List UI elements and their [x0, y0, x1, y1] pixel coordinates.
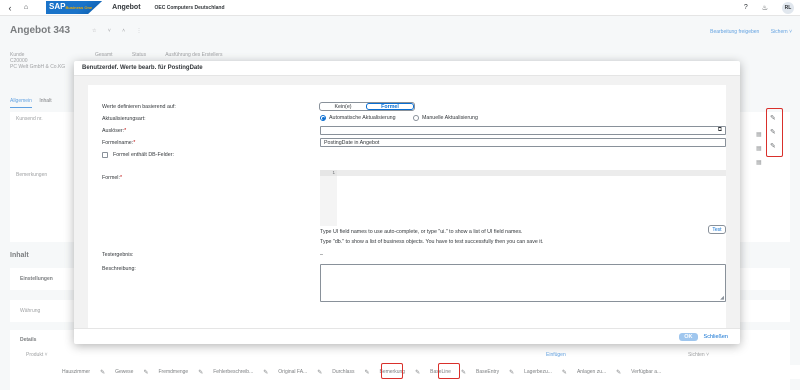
formula-hint-1: Type UI field names to use auto-complete… — [320, 229, 523, 235]
segment-formula[interactable]: Formel — [366, 103, 414, 110]
pencil-icon[interactable]: ✎ — [770, 140, 776, 154]
pencil-icon[interactable]: ✎ — [770, 126, 776, 140]
trigger-label: Auslöser:* — [102, 128, 127, 134]
formula-dialog: Benutzerdef. Werte bearb. für PostingDat… — [74, 61, 740, 344]
resize-handle-icon[interactable]: ◢ — [720, 295, 724, 301]
highlight-box — [381, 363, 403, 379]
help-icon[interactable]: ? — [744, 4, 748, 11]
company-name: OEC Computers Deutschland — [154, 4, 225, 11]
test-result-label: Testergebnis: — [102, 252, 134, 258]
value-help-icon[interactable]: ⧉ — [718, 127, 722, 134]
close-button[interactable]: Schließen — [704, 334, 728, 340]
value-source-segmented[interactable]: Kein(e) Formel — [319, 102, 415, 111]
shell-actions: ? ♨ RL — [744, 1, 794, 14]
description-label: Beschreibung: — [102, 266, 136, 272]
radio-selected-icon[interactable] — [320, 115, 326, 121]
editor-gutter — [320, 170, 337, 226]
sap-logo[interactable]: SAPBusiness One — [46, 1, 103, 14]
description-textarea[interactable]: ◢ — [320, 264, 726, 302]
formula-hint-2: Type "db." to show a list of business ob… — [320, 239, 544, 245]
trigger-input[interactable]: ⧉ — [320, 126, 726, 135]
line-number: 1 — [320, 170, 337, 176]
db-fields-label: Formel enthält DB-Felder: — [113, 152, 174, 158]
db-fields-checkbox[interactable] — [102, 152, 108, 158]
formula-label: Formel:* — [102, 175, 123, 181]
side-pencils: ✎ ✎ ✎ — [770, 112, 776, 154]
dialog-form: Werte definieren basierend auf: Kein(e) … — [88, 85, 726, 328]
dialog-title: Benutzerdef. Werte bearb. für PostingDat… — [74, 61, 740, 76]
formula-name-input[interactable]: PostingDate in Angebot — [320, 138, 726, 147]
avatar[interactable]: RL — [782, 1, 794, 14]
dialog-footer: OK Schließen — [74, 328, 740, 344]
app-title: Angebot — [112, 4, 141, 11]
shell-bar: ‹ ⌂ SAPBusiness One Angebot OEC Computer… — [0, 0, 800, 16]
radio-auto-update[interactable]: Automatische Aktualisierung — [320, 115, 396, 121]
test-result-value: – — [320, 252, 323, 258]
segment-none[interactable]: Kein(e) — [320, 103, 366, 110]
radio-manual-update[interactable]: Manuelle Aktualisierung — [413, 115, 478, 121]
highlight-box — [438, 363, 460, 379]
pencil-icon[interactable]: ✎ — [770, 112, 776, 126]
test-button[interactable]: Test — [708, 225, 726, 234]
formula-editor[interactable]: 1 — [320, 170, 726, 226]
formula-name-label: Formelname:* — [102, 140, 136, 146]
notification-bell-icon[interactable]: ♨ — [762, 4, 768, 12]
dialog-body: Werte definieren basierend auf: Kein(e) … — [74, 76, 740, 328]
update-type-label: Aktualisierungsart: — [102, 116, 146, 122]
based-on-label: Werte definieren basierend auf: — [102, 104, 176, 110]
ok-button[interactable]: OK — [679, 332, 698, 341]
back-icon[interactable]: ‹ — [4, 3, 16, 13]
home-icon[interactable]: ⌂ — [20, 4, 32, 11]
radio-unselected-icon[interactable] — [413, 115, 419, 121]
editor-active-line[interactable] — [337, 170, 726, 176]
